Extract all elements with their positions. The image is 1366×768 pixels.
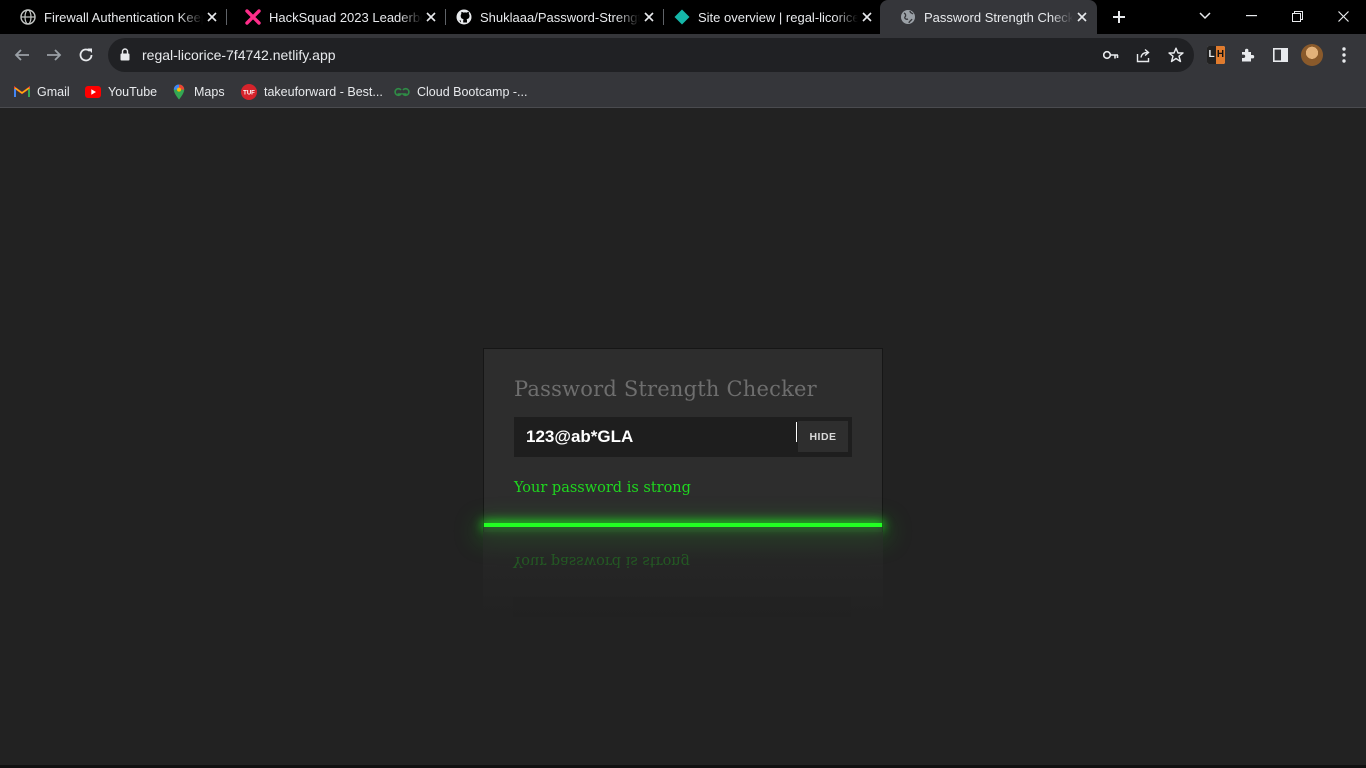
close-tab-icon[interactable] [203,8,221,26]
puzzle-icon [1242,48,1255,62]
bookmark-label: YouTube [108,85,158,99]
password-input[interactable] [514,417,796,457]
globe-icon [20,9,36,25]
minimize-button[interactable] [1228,0,1274,32]
gmail-icon [14,84,30,100]
tab-title: Password Strength Checker [924,9,1073,25]
bookmark-label: Gmail [37,85,70,99]
checker-card: Password Strength Checker HIDE Your pass… [483,348,883,532]
bookmark-cloud-bootcamp[interactable]: Cloud Bootcamp -... [394,82,527,102]
side-panel-button[interactable] [1270,45,1290,65]
tab-hacksquad[interactable]: HackSquad 2023 Leaderboard [225,0,446,34]
reload-button[interactable] [70,39,102,71]
share-icon[interactable] [1135,46,1153,64]
reflected-password-field [513,597,851,617]
close-tab-icon[interactable] [858,8,876,26]
address-bar[interactable]: regal-licorice-7f4742.netlify.app [108,38,1194,72]
back-button[interactable] [6,39,38,71]
arrow-left-icon [14,49,29,61]
bookmark-label: takeuforward - Best... [264,85,383,99]
tab-title: Firewall Authentication Keep [44,9,203,25]
arrow-right-icon [47,49,62,61]
tab-netlify[interactable]: Site overview | regal-licorice [654,0,882,34]
star-icon[interactable] [1167,46,1185,64]
youtube-icon [85,84,101,100]
new-tab-button[interactable] [1108,6,1130,28]
tab-password-checker[interactable]: Password Strength Checker [880,0,1097,34]
reflected-strength-message: Your password is strong [513,553,690,569]
profile-avatar[interactable] [1301,44,1323,66]
page-title: Password Strength Checker [514,377,817,401]
side-panel-icon [1272,48,1288,62]
hacksquad-x-icon [245,9,261,25]
bookmark-label: Maps [194,85,225,99]
tab-firewall[interactable]: Firewall Authentication Keep [0,0,227,34]
tuf-icon: TUF [241,84,257,100]
globe-icon [900,9,916,25]
extensions-button[interactable] [1238,45,1258,65]
tab-github[interactable]: Shuklaaa/Password-Strength [436,0,664,34]
key-icon[interactable] [1102,46,1120,64]
tab-strip: Firewall Authentication Keep HackSquad 2… [0,0,1366,34]
plus-icon [1113,11,1125,23]
menu-button[interactable] [1334,45,1354,65]
bookmark-takeuforward[interactable]: TUF takeuforward - Best... [241,82,383,102]
extension-badge-right: H [1216,46,1225,64]
bookmark-gmail[interactable]: Gmail [14,82,70,102]
hide-password-button[interactable]: HIDE [798,421,848,452]
tab-title: Site overview | regal-licorice [698,9,858,25]
bookmark-youtube[interactable]: YouTube [85,82,157,102]
restore-icon [1291,10,1303,22]
bookmarks-bar: Gmail YouTube Maps TUF takeuforward - Be… [0,76,1366,108]
kebab-menu-icon [1342,47,1346,63]
github-icon [456,9,472,25]
chevron-down-icon [1199,12,1211,20]
netlify-icon [674,9,690,25]
svg-text:TUF: TUF [243,91,255,97]
maps-icon [171,84,187,100]
password-field-wrapper: HIDE [514,417,852,457]
restore-button[interactable] [1274,0,1320,32]
page-viewport: Password Strength Checker HIDE Your pass… [0,109,1366,768]
extension-lh-icon[interactable]: L H [1207,46,1225,64]
forward-button[interactable] [38,39,70,71]
close-tab-icon[interactable] [1073,8,1091,26]
tab-title: Shuklaaa/Password-Strength [480,9,640,25]
close-window-button[interactable] [1320,0,1366,32]
url-text[interactable]: regal-licorice-7f4742.netlify.app [142,47,336,63]
geeksforgeeks-icon [394,84,410,100]
strength-message: Your password is strong [514,480,691,496]
tab-title: HackSquad 2023 Leaderboard [269,9,422,25]
bookmark-maps[interactable]: Maps [171,82,225,102]
browser-toolbar: regal-licorice-7f4742.netlify.app L H [0,34,1366,76]
tab-search-button[interactable] [1182,0,1228,32]
reload-icon [79,48,93,62]
lock-icon[interactable] [120,48,130,66]
extension-badge-left: L [1207,46,1216,64]
minimize-icon [1245,15,1257,17]
close-icon [1337,10,1349,22]
text-caret [796,422,797,442]
card-reflection: Your password is strong [483,527,883,617]
bookmark-label: Cloud Bootcamp -... [417,85,528,99]
